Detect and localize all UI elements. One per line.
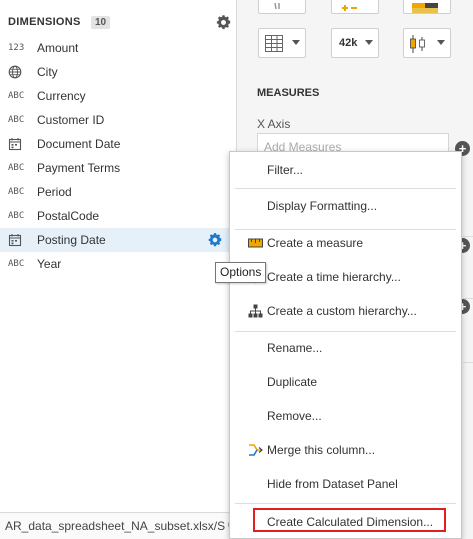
heatmap-icon [412,3,438,13]
text-type-label: ABC [8,163,25,173]
settings-gear-icon[interactable] [215,14,232,31]
dimension-label: Period [37,185,72,199]
dimensions-header: DIMENSIONS [8,16,81,28]
dimensions-count-badge: 10 [91,16,111,29]
dimension-item-currency[interactable]: ABC Currency [0,84,236,108]
menu-item-display-formatting[interactable]: Display Formatting... [230,191,461,221]
dimensions-panel: DIMENSIONS 10 123 Amount City ABC Curren… [0,0,237,539]
context-menu: Filter... Display Formatting... Create a… [229,151,462,539]
dimension-label: Amount [37,41,79,55]
dimension-label: Document Date [37,137,121,151]
dimension-item-period[interactable]: ABC Period [0,180,236,204]
menu-item-label: Create a custom hierarchy... [267,304,417,318]
menu-item-create-calculated-dimension[interactable]: Create Calculated Dimension... [230,507,461,537]
divider [463,236,473,237]
box-plot-icon [410,35,425,53]
text-type-label: ABC [8,91,25,101]
text-type-label: ABC [8,259,25,269]
menu-item-label: Filter... [267,163,304,177]
menu-item-remove[interactable]: Remove... [230,401,461,431]
chevron-down-icon [292,40,300,45]
boxplot-dropdown[interactable] [403,28,451,58]
dimension-item-city[interactable]: City [0,60,236,84]
menu-item-label: Create a time hierarchy... [267,270,401,284]
dimension-item-year[interactable]: ABC Year [0,252,236,276]
menu-item-label: Hide from Dataset Panel [267,477,398,491]
chart-type-button-1[interactable] [258,0,306,14]
numeric-point-value: 42k [339,37,358,49]
dimension-item-postalcode[interactable]: ABC PostalCode [0,204,236,228]
text-type-label: ABC [8,115,25,125]
chevron-down-icon [437,40,445,45]
measures-section-title: MEASURES [257,87,320,99]
dimension-label: Payment Terms [37,161,121,175]
divider [463,298,473,299]
dimension-list: 123 Amount City ABC Currency ABC Custome… [0,36,236,276]
dimension-label: Customer ID [37,113,105,127]
menu-item-label: Duplicate [267,375,318,389]
menu-item-label: Merge this column... [267,443,376,457]
menu-separator [235,188,456,189]
options-tooltip: Options [215,262,267,283]
dimension-label: City [37,65,58,79]
menu-item-label: Display Formatting... [267,199,378,213]
dimension-item-customer-id[interactable]: ABC Customer ID [0,108,236,132]
dimension-item-document-date[interactable]: Document Date [0,132,236,156]
menu-item-label: Rename... [267,341,323,355]
menu-item-hide-from-dataset-panel[interactable]: Hide from Dataset Panel [230,469,461,499]
calendar-icon [8,228,34,252]
divider [463,362,473,363]
table-grid-icon [265,35,283,52]
plus-chart-icon [342,5,357,11]
text-type-label: ABC [8,211,25,221]
menu-item-rename[interactable]: Rename... [230,333,461,363]
menu-item-create-measure[interactable]: Create a measure [230,228,461,258]
dimension-item-posting-date[interactable]: Posting Date [0,228,236,252]
menu-item-filter[interactable]: Filter... [230,155,461,185]
menu-item-label: Create a measure [267,236,364,250]
chart-glyph-icon [274,3,280,10]
dimension-label: Currency [37,89,86,103]
menu-item-merge-column[interactable]: Merge this column... [230,435,461,465]
x-axis-label: X Axis [257,117,291,131]
chevron-down-icon [365,40,373,45]
menu-item-create-custom-hierarchy[interactable]: Create a custom hierarchy... [230,296,461,326]
custom-hierarchy-icon [248,304,263,318]
chart-type-button-2[interactable] [331,0,379,14]
dimension-item-amount[interactable]: 123 Amount [0,36,236,60]
dataset-file-tab[interactable]: AR_data_spreadsheet_NA_subset.xlsx/S [0,512,237,539]
create-measure-icon [248,238,263,248]
numeric-point-dropdown[interactable]: 42k [331,28,379,58]
options-gear-icon[interactable] [207,232,223,248]
dimension-item-payment-terms[interactable]: ABC Payment Terms [0,156,236,180]
menu-separator [235,331,456,332]
calendar-icon [8,132,34,156]
globe-icon [8,60,34,84]
menu-separator [235,503,456,504]
menu-item-label: Remove... [267,409,322,423]
table-chart-dropdown[interactable] [258,28,306,58]
merge-icon [249,444,263,456]
dimension-label: Year [37,257,62,271]
menu-item-label: Create Calculated Dimension... [267,515,434,529]
dimension-label: PostalCode [37,209,100,223]
dimension-label: Posting Date [37,233,106,247]
number-type-label: 123 [8,43,25,53]
text-type-label: ABC [8,187,25,197]
chart-type-button-3[interactable] [403,0,451,14]
menu-item-duplicate[interactable]: Duplicate [230,367,461,397]
